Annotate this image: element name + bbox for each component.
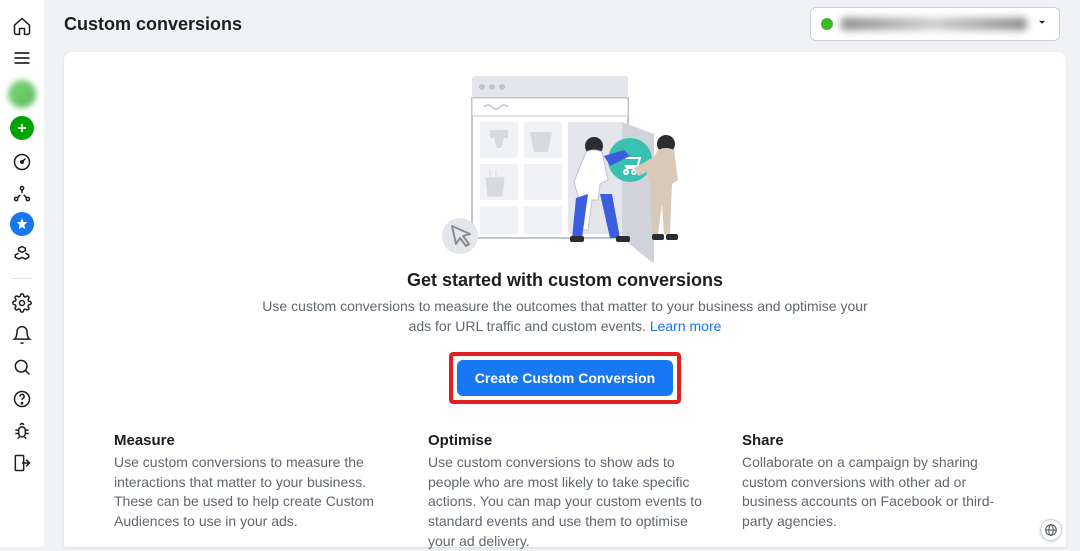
header: Custom conversions <box>44 0 1080 48</box>
create-custom-conversion-button[interactable]: Create Custom Conversion <box>457 360 673 396</box>
gauge-icon[interactable] <box>8 148 36 176</box>
account-name <box>841 18 1027 30</box>
events-icon[interactable] <box>8 180 36 208</box>
hero-desc-text: Use custom conversions to measure the ou… <box>262 298 867 334</box>
page-title: Custom conversions <box>64 14 242 35</box>
star-icon[interactable] <box>10 212 34 236</box>
divider <box>12 278 32 279</box>
feature-columns: Measure Use custom conversions to measur… <box>114 432 1016 551</box>
learn-more-link[interactable]: Learn more <box>650 318 722 334</box>
column-desc: Use custom conversions to show ads to pe… <box>428 453 702 551</box>
column-optimise: Optimise Use custom conversions to show … <box>428 432 702 551</box>
column-title: Share <box>742 432 1016 449</box>
search-icon[interactable] <box>8 353 36 381</box>
left-nav-rail <box>0 0 44 547</box>
exit-icon[interactable] <box>8 449 36 477</box>
hero-title: Get started with custom conversions <box>407 270 723 291</box>
column-measure: Measure Use custom conversions to measur… <box>114 432 388 551</box>
status-dot <box>821 18 833 30</box>
column-desc: Collaborate on a campaign by sharing cus… <box>742 453 1016 531</box>
help-icon[interactable] <box>8 385 36 413</box>
column-share: Share Collaborate on a campaign by shari… <box>742 432 1016 551</box>
plus-icon[interactable] <box>10 116 34 140</box>
bell-icon[interactable] <box>8 321 36 349</box>
avatar[interactable] <box>8 80 36 108</box>
help-bubble-icon[interactable] <box>1040 519 1062 541</box>
hero-illustration <box>430 76 700 262</box>
chevron-down-icon <box>1035 15 1049 34</box>
partner-icon[interactable] <box>8 240 36 268</box>
menu-icon[interactable] <box>8 44 36 72</box>
account-selector[interactable] <box>810 7 1060 41</box>
main-content: Get started with custom conversions Use … <box>64 52 1066 547</box>
column-title: Measure <box>114 432 388 449</box>
hero-description: Use custom conversions to measure the ou… <box>255 297 875 336</box>
column-desc: Use custom conversions to measure the in… <box>114 453 388 531</box>
column-title: Optimise <box>428 432 702 449</box>
cta-highlight: Create Custom Conversion <box>449 352 681 404</box>
home-icon[interactable] <box>8 12 36 40</box>
bug-icon[interactable] <box>8 417 36 445</box>
settings-icon[interactable] <box>8 289 36 317</box>
